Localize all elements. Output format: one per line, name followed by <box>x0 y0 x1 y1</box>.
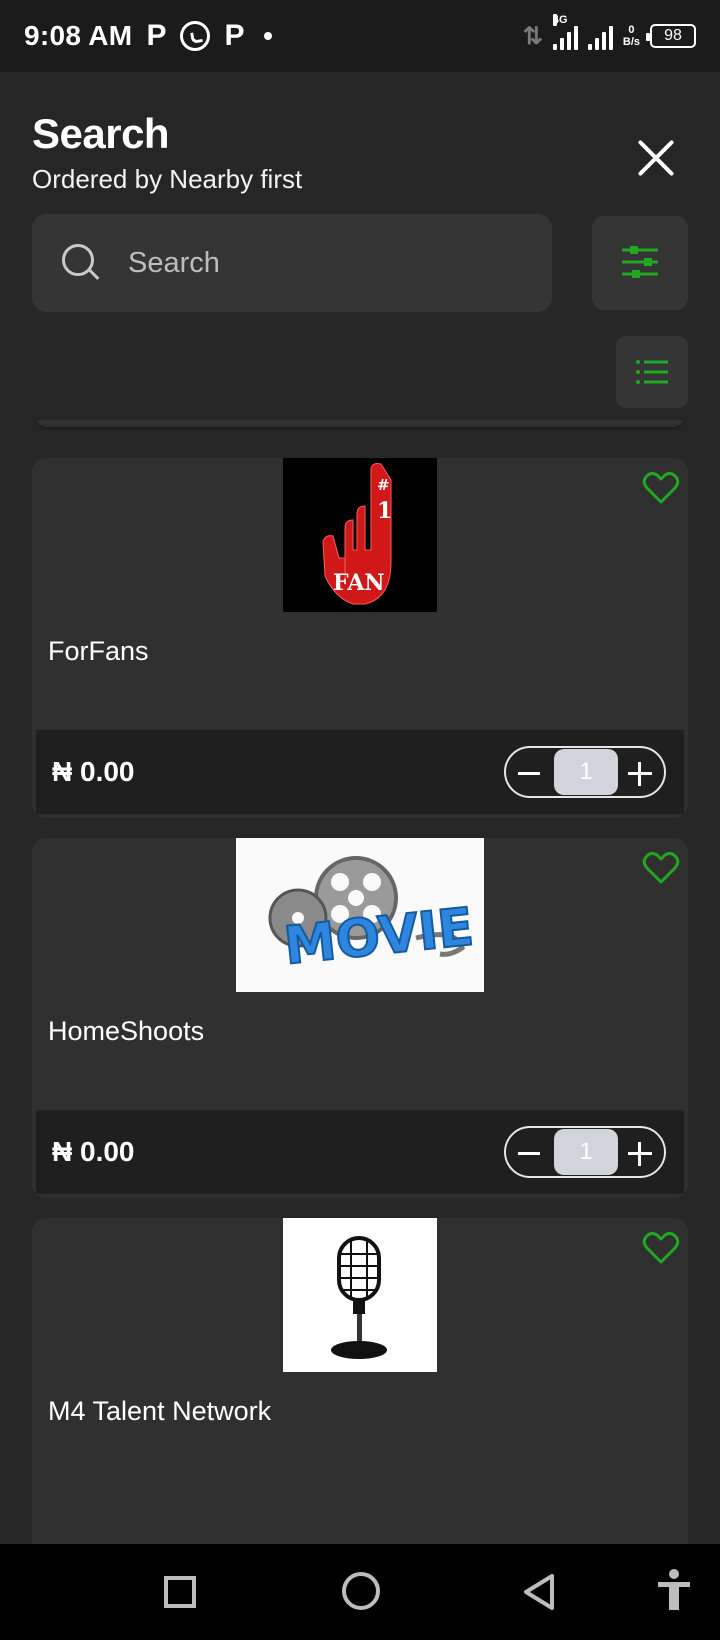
listing-name: M4 Talent Network <box>48 1396 272 1426</box>
search-placeholder: Search <box>128 246 220 279</box>
back-button[interactable] <box>522 1572 556 1612</box>
data-arrows-icon: ⇅ <box>522 22 543 50</box>
system-nav-bar <box>0 1544 720 1640</box>
listing-price: ₦ 0.00 <box>52 756 135 787</box>
recents-button[interactable] <box>164 1576 196 1608</box>
increment-button[interactable] <box>628 762 652 786</box>
svg-text:#: # <box>377 476 390 494</box>
close-button[interactable] <box>636 138 676 178</box>
quantity-stepper: 1 <box>504 1126 666 1178</box>
list-icon <box>636 360 668 384</box>
listing-card[interactable]: # 1 FAN ForFans ₦ 0.00 1 <box>32 458 688 818</box>
favorite-heart-icon[interactable] <box>642 1230 680 1266</box>
battery-level: 98 <box>664 27 682 44</box>
speed-value: 0 <box>628 24 635 36</box>
fan-image: # 1 FAN <box>283 458 437 612</box>
signal-icon: 4G <box>552 14 578 50</box>
previous-card-edge <box>36 420 684 430</box>
movie-image: MOVIE <box>236 838 484 992</box>
home-button[interactable] <box>342 1572 380 1610</box>
quantity-value[interactable]: 1 <box>554 1129 618 1175</box>
search-icon <box>62 244 100 282</box>
filter-button[interactable] <box>592 216 688 310</box>
listing-list[interactable]: # 1 FAN ForFans ₦ 0.00 1 MOVIE HomeShoot… <box>0 420 720 1544</box>
notification-dot-icon <box>264 32 273 40</box>
sliders-icon <box>622 246 658 278</box>
listing-card[interactable]: M4 Talent Network <box>32 1218 688 1544</box>
listing-card[interactable]: MOVIE HomeShoots ₦ 0.00 1 <box>32 838 688 1198</box>
svg-text:FAN: FAN <box>333 570 385 596</box>
listing-name: HomeShoots <box>48 1016 205 1046</box>
listing-price: ₦ 0.00 <box>52 1136 135 1167</box>
network-type: 4G <box>552 14 568 26</box>
search-header: Search Ordered by Nearby first <box>32 110 688 195</box>
status-time: 9:08 AM <box>24 20 133 51</box>
accessibility-icon[interactable] <box>656 1568 692 1612</box>
network-speed: 0 B/s <box>623 24 640 48</box>
quantity-value[interactable]: 1 <box>554 749 618 795</box>
decrement-button[interactable] <box>518 772 540 775</box>
whatsapp-icon <box>180 21 211 51</box>
battery-icon: 98 <box>646 24 696 48</box>
increment-button[interactable] <box>628 1142 652 1166</box>
listing-footer: ₦ 0.00 1 <box>36 1110 684 1194</box>
favorite-heart-icon[interactable] <box>642 470 680 506</box>
signal-icon-2 <box>587 22 613 50</box>
search-input[interactable]: Search <box>32 214 552 312</box>
status-bar: 9:08 AM P P ⇅ 4G 0 B/s 98 <box>0 0 720 72</box>
p-app-icon-2: P <box>224 19 245 52</box>
listing-name: ForFans <box>48 636 149 666</box>
listing-footer: ₦ 0.00 1 <box>36 730 684 814</box>
page-title: Search <box>32 110 170 157</box>
microphone-image <box>283 1218 437 1372</box>
p-app-icon: P <box>146 19 167 52</box>
decrement-button[interactable] <box>518 1152 540 1155</box>
quantity-stepper: 1 <box>504 746 666 798</box>
speed-unit: B/s <box>622 36 640 48</box>
sort-order-label: Ordered by Nearby first <box>32 164 303 194</box>
svg-text:1: 1 <box>377 498 392 524</box>
list-view-button[interactable] <box>616 336 688 408</box>
favorite-heart-icon[interactable] <box>642 850 680 886</box>
